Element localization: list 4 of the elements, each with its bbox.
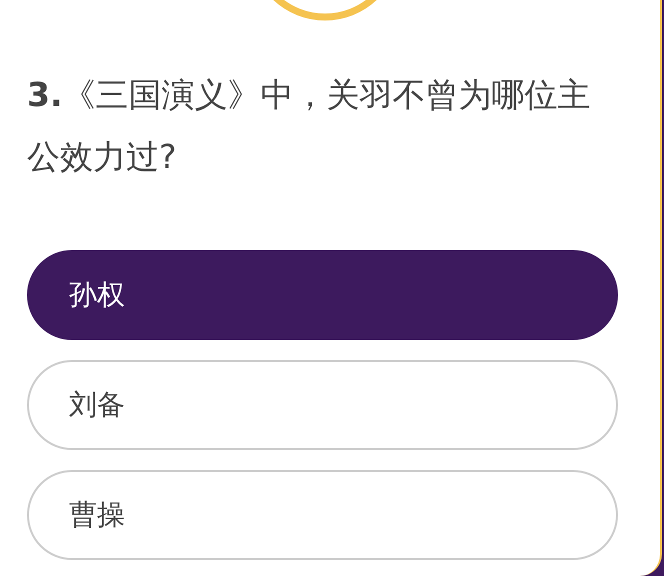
question-text: 3.《三国演义》中，关羽不曾为哪位主公效力过? (27, 74, 592, 178)
answer-option[interactable]: 曹操 (27, 470, 618, 560)
answer-option[interactable]: 孙权 (27, 250, 618, 340)
answer-option[interactable]: 刘备 (27, 360, 618, 450)
